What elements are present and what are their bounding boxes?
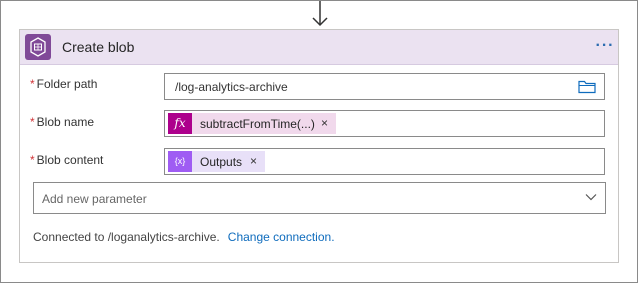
action-header[interactable]: Create blob ··· xyxy=(20,30,618,65)
add-new-parameter-dropdown[interactable]: Add new parameter xyxy=(33,182,606,214)
change-connection-link[interactable]: Change connection. xyxy=(228,230,335,244)
remove-token-close-icon[interactable]: × xyxy=(250,154,257,168)
blob-name-label: * Blob name xyxy=(30,115,94,129)
storage-blob-icon xyxy=(25,34,51,60)
blob-name-field[interactable]: fx subtractFromTime(...) × xyxy=(164,110,605,137)
connection-info: Connected to /loganalytics-archive. Chang… xyxy=(33,230,335,244)
blob-content-label: * Blob content xyxy=(30,153,103,167)
variable-icon: {x} xyxy=(168,151,192,172)
expression-token-label: subtractFromTime(...) xyxy=(200,117,315,131)
folder-path-field[interactable]: /log-analytics-archive xyxy=(164,73,605,100)
expression-token[interactable]: fx subtractFromTime(...) × xyxy=(168,113,336,134)
chevron-down-icon xyxy=(585,194,597,201)
outputs-token[interactable]: {x} Outputs × xyxy=(168,151,265,172)
blob-content-field[interactable]: {x} Outputs × xyxy=(164,148,605,175)
required-marker: * xyxy=(30,77,35,91)
ellipsis-icon[interactable]: ··· xyxy=(594,36,616,56)
action-title: Create blob xyxy=(62,39,135,55)
folder-path-label-text: Folder path xyxy=(36,77,98,91)
blob-name-label-text: Blob name xyxy=(36,115,95,129)
folder-path-label: * Folder path xyxy=(30,77,97,91)
add-new-parameter-placeholder: Add new parameter xyxy=(42,192,147,206)
folder-path-value: /log-analytics-archive xyxy=(175,80,288,94)
fx-icon: fx xyxy=(168,113,192,134)
remove-token-close-icon[interactable]: × xyxy=(321,116,328,130)
create-blob-action-card: Create blob ··· * Folder path /log-analyt… xyxy=(19,29,619,263)
flow-arrow-icon xyxy=(312,1,328,27)
blob-content-label-text: Blob content xyxy=(36,153,104,167)
required-marker: * xyxy=(30,153,35,167)
designer-canvas: Create blob ··· * Folder path /log-analyt… xyxy=(0,0,638,283)
folder-browse-icon[interactable] xyxy=(578,79,596,94)
outputs-token-label: Outputs xyxy=(200,155,243,169)
connection-text: Connected to /loganalytics-archive. xyxy=(33,230,220,244)
required-marker: * xyxy=(30,115,35,129)
